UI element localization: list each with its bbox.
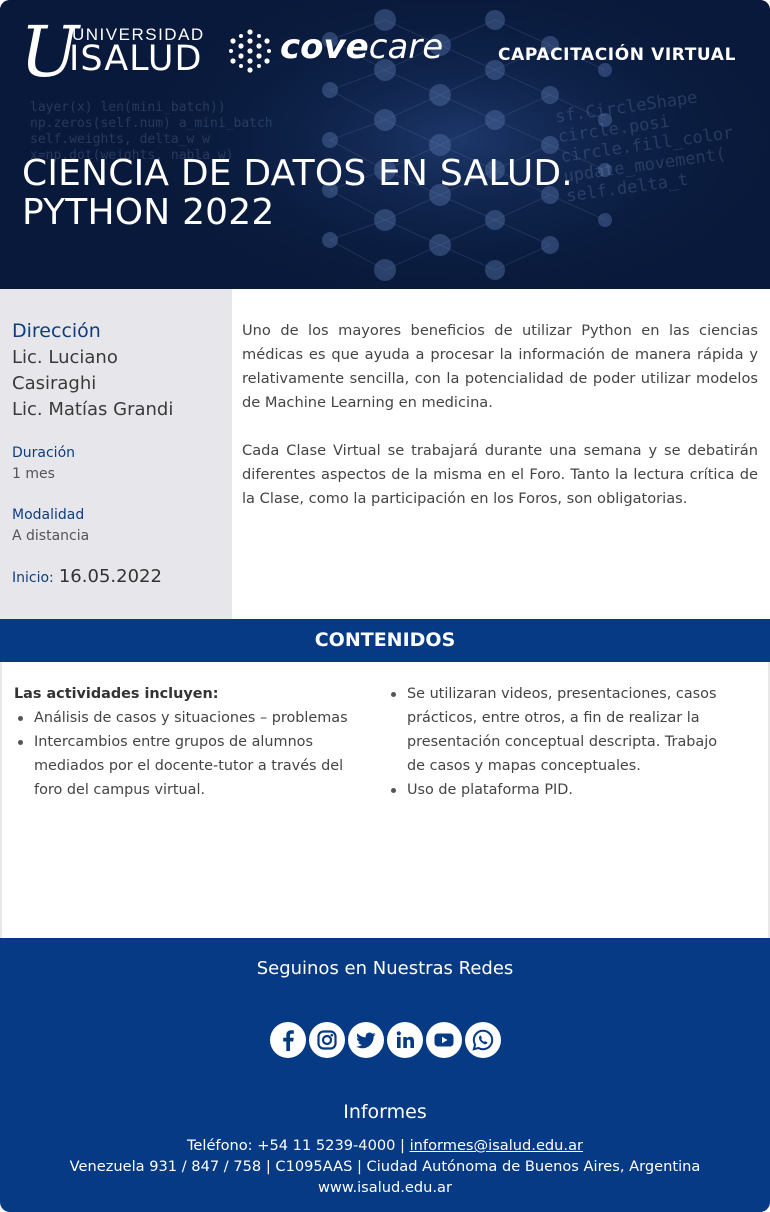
bullet-icon — [18, 740, 23, 745]
instagram-icon[interactable] — [309, 1022, 345, 1058]
list-item-text: Intercambios entre grupos de alumnos med… — [34, 734, 344, 798]
page-title-line-1: CIENCIA DE DATOS EN SALUD. — [22, 153, 573, 194]
modalidad-value: A distancia — [12, 528, 90, 544]
direccion-label: Dirección — [12, 320, 101, 342]
social-links — [268, 1022, 504, 1060]
covecare-logo-text: covecare — [280, 22, 443, 72]
bullet-icon — [391, 692, 396, 697]
contact-info: Teléfono: +54 11 5239-4000 | informes@is… — [0, 1135, 770, 1198]
covecare-logo-icon — [229, 29, 271, 73]
inicio-date: 16.05.2022 — [58, 566, 162, 587]
contenidos-left-column: Las actividades incluyen: Análisis de ca… — [14, 682, 354, 802]
covecare-logo-light: care — [368, 27, 444, 67]
email-newsletter: layer(x) len(mini_batch)) np.zeros(self.… — [0, 0, 770, 1212]
twitter-icon[interactable] — [348, 1022, 384, 1058]
covecare-logo-bold: cove — [280, 27, 369, 67]
director-1-line-2: Casiraghi — [12, 373, 97, 394]
list-item: Uso de plataforma PID. — [387, 778, 727, 802]
bullet-icon — [18, 716, 23, 721]
course-info: Dirección Lic. Luciano Casiraghi Lic. Ma… — [0, 289, 770, 619]
website-link[interactable]: www.isalud.edu.ar — [0, 1177, 770, 1198]
footer: Seguinos en Nuestras Redes Informes Telé… — [0, 938, 770, 1212]
director-1-line-1: Lic. Luciano — [12, 347, 118, 368]
list-item: Se utilizaran videos, presentaciones, ca… — [387, 682, 727, 778]
contact-email-link[interactable]: informes@isalud.edu.ar — [410, 1137, 583, 1154]
activities-heading: Las actividades incluyen: — [14, 686, 219, 702]
list-item-text: Se utilizaran videos, presentaciones, ca… — [407, 686, 718, 774]
contact-phone-line: Teléfono: +54 11 5239-4000 | informes@is… — [0, 1135, 770, 1156]
inicio-label: Inicio: — [12, 570, 54, 586]
contact-address: Venezuela 931 / 847 / 758 | C1095AAS | C… — [69, 1158, 701, 1175]
informes-heading: Informes — [343, 1101, 427, 1123]
duracion-label: Duración — [12, 445, 76, 461]
list-item: Análisis de casos y situaciones – proble… — [14, 706, 354, 730]
youtube-icon[interactable] — [426, 1022, 462, 1058]
contact-phone: Teléfono: +54 11 5239-4000 | — [186, 1137, 410, 1154]
activities-list-right: Se utilizaran videos, presentaciones, ca… — [387, 682, 727, 802]
contenidos-header-bar: CONTENIDOS — [0, 619, 770, 662]
contenidos-body: Las actividades incluyen: Análisis de ca… — [0, 662, 770, 938]
course-description: Uno de los mayores beneficios de utiliza… — [242, 319, 758, 535]
modalidad-label: Modalidad — [12, 507, 85, 523]
director-2: Lic. Matías Grandi — [12, 399, 174, 420]
hero-banner: layer(x) len(mini_batch)) np.zeros(self.… — [0, 0, 770, 289]
description-paragraph-1: Uno de los mayores beneficios de utiliza… — [242, 322, 758, 411]
social-heading: Seguinos en Nuestras Redes — [256, 958, 514, 979]
duracion-value: 1 mes — [12, 466, 55, 482]
contenidos-right-column: Se utilizaran videos, presentaciones, ca… — [387, 682, 727, 802]
whatsapp-icon[interactable] — [465, 1022, 501, 1058]
activities-list-left: Análisis de casos y situaciones – proble… — [14, 706, 354, 802]
page-title-line-2: PYTHON 2022 — [22, 192, 275, 233]
description-paragraph-2: Cada Clase Virtual se trabajará durante … — [242, 442, 758, 507]
facebook-icon[interactable] — [270, 1022, 306, 1058]
list-item-text: Uso de plataforma PID. — [407, 782, 573, 798]
course-details-sidebar: Dirección Lic. Luciano Casiraghi Lic. Ma… — [0, 289, 232, 619]
page-title: CIENCIA DE DATOS EN SALUD. PYTHON 2022 — [22, 154, 573, 232]
contenidos-title: CONTENIDOS — [314, 629, 456, 651]
isalud-logo-text: ISALUD — [69, 39, 203, 79]
capacitacion-virtual-label: CAPACITACIÓN VIRTUAL — [498, 45, 736, 65]
linkedin-icon[interactable] — [387, 1022, 423, 1058]
bullet-icon — [391, 788, 396, 793]
list-item: Intercambios entre grupos de alumnos med… — [14, 730, 354, 802]
list-item-text: Análisis de casos y situaciones – proble… — [34, 710, 348, 726]
inicio-row: Inicio: 16.05.2022 — [12, 566, 162, 587]
